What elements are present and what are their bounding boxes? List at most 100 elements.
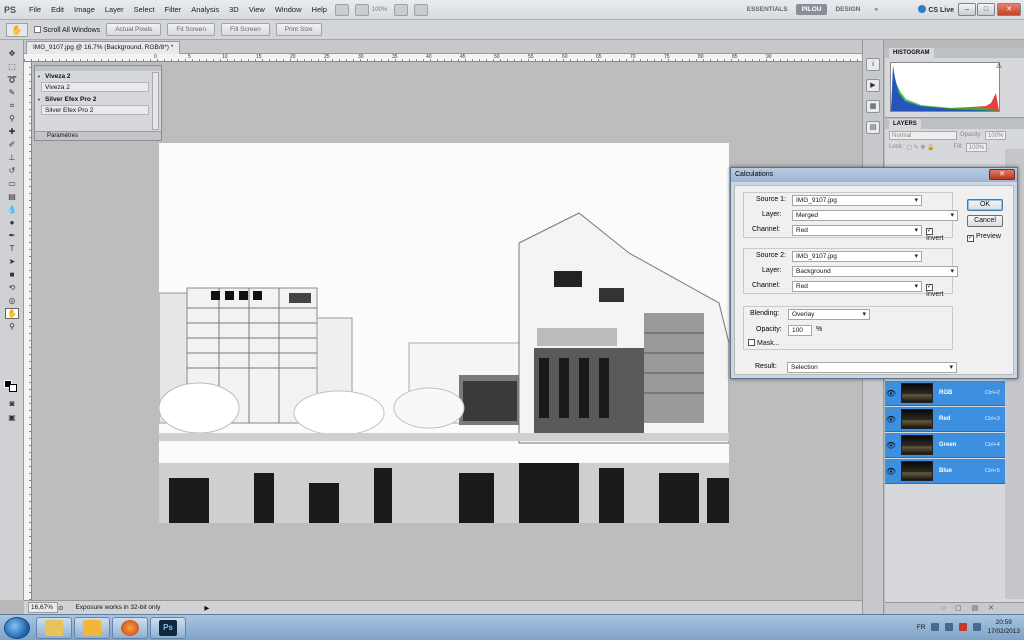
visibility-eye-icon[interactable]: 👁 — [885, 389, 897, 398]
actual-pixels-button[interactable]: Actual Pixels — [106, 23, 162, 36]
path-selection-tool-icon[interactable]: ➤ — [5, 256, 19, 267]
preview-checkbox[interactable]: ✓ Preview — [967, 233, 1001, 242]
workspace-more-icon[interactable]: » — [868, 4, 884, 15]
source2-file-select[interactable]: IMG_9107.jpg — [792, 251, 922, 262]
histogram-tab[interactable]: HISTOGRAM — [889, 48, 934, 58]
quick-selection-tool-icon[interactable]: ✎ — [5, 87, 19, 98]
blending-select[interactable]: Overlay — [788, 309, 870, 320]
visibility-eye-icon[interactable]: 👁 — [885, 467, 897, 476]
eraser-tool-icon[interactable]: ▭ — [5, 178, 19, 189]
screen-mode-icon[interactable] — [414, 3, 429, 16]
pen-tool-icon[interactable]: ✒ — [5, 230, 19, 241]
channel-row-rgb[interactable]: 👁 RGB Ctrl+2 — [885, 381, 1005, 406]
lasso-tool-icon[interactable]: ➰ — [5, 74, 19, 85]
brush-tool-icon[interactable]: ✐ — [5, 139, 19, 150]
scroll-all-windows-checkbox[interactable]: Scroll All Windows — [34, 25, 100, 34]
menu-help[interactable]: Help — [307, 5, 332, 14]
dialog-title-bar[interactable]: Calculations ✕ — [731, 168, 1017, 182]
status-menu-arrow-icon[interactable]: ▶ — [204, 604, 209, 612]
taskbar-firefox[interactable] — [112, 617, 148, 639]
clock[interactable]: 20:59 17/02/2013 — [987, 618, 1020, 636]
left-ruler[interactable] — [24, 62, 32, 600]
shape-tool-icon[interactable]: ■ — [5, 269, 19, 280]
workspace-design[interactable]: DESIGN — [829, 4, 866, 15]
healing-brush-tool-icon[interactable]: ✚ — [5, 126, 19, 137]
plugin-title-silver-efex[interactable]: Silver Efex Pro 2 — [35, 94, 161, 103]
source1-invert-checkbox[interactable]: ✓Invert — [926, 226, 952, 242]
document-tab[interactable]: IMG_9107.jpg @ 16,7% (Background, RGB/8*… — [26, 41, 181, 54]
background-color-swatch[interactable] — [9, 384, 17, 392]
clone-stamp-tool-icon[interactable]: ⊥ — [5, 152, 19, 163]
menu-window[interactable]: Window — [270, 5, 307, 14]
layers-tab[interactable]: LAYERS — [889, 119, 921, 129]
taskbar-explorer[interactable] — [36, 617, 72, 639]
menu-3d[interactable]: 3D — [224, 5, 244, 14]
opacity-input[interactable]: 100 — [788, 325, 812, 336]
fill-field[interactable]: 100% — [965, 142, 988, 152]
plugin-field-silver-efex[interactable]: Silver Efex Pro 2 — [41, 105, 149, 115]
type-tool-icon[interactable]: T — [5, 243, 19, 254]
channel-row-red[interactable]: 👁 Red Ctrl+3 — [885, 407, 1005, 432]
menu-view[interactable]: View — [244, 5, 270, 14]
screen-mode-tool-icon[interactable]: ▣ — [5, 412, 19, 423]
plugin-title-viveza[interactable]: Viveza 2 — [35, 71, 161, 80]
zoom-tool-icon[interactable]: ⚲ — [5, 321, 19, 332]
hand-tool-icon[interactable]: ✋ — [5, 308, 19, 319]
menu-image[interactable]: Image — [69, 5, 100, 14]
minimize-button[interactable]: – — [958, 3, 976, 16]
menu-select[interactable]: Select — [129, 5, 160, 14]
blend-mode-select[interactable]: Normal — [889, 130, 957, 140]
maximize-button[interactable]: □ — [977, 3, 995, 16]
histogram-warning-icon[interactable]: ⚠ — [996, 62, 1002, 70]
menu-analysis[interactable]: Analysis — [186, 5, 224, 14]
source1-file-select[interactable]: IMG_9107.jpg — [792, 195, 922, 206]
channels-panel-icon[interactable]: ▤ — [866, 121, 880, 134]
channel-row-blue[interactable]: 👁 Blue Ctrl+5 — [885, 459, 1005, 484]
zoom-field[interactable]: 16,67% — [28, 602, 58, 613]
zoom-level-dropdown[interactable]: 100% — [372, 7, 387, 13]
cs-live-button[interactable]: CS Live — [918, 5, 954, 14]
cancel-button[interactable]: Cancel — [967, 215, 1003, 227]
network-icon[interactable] — [945, 623, 954, 631]
source2-layer-select[interactable]: Background — [792, 266, 958, 277]
info-panel-icon[interactable]: i — [866, 58, 880, 71]
workspace-essentials[interactable]: ESSENTIALS — [741, 4, 794, 15]
fill-screen-button[interactable]: Fill Screen — [221, 23, 270, 36]
eyedropper-tool-icon[interactable]: ⚲ — [5, 113, 19, 124]
flag-icon[interactable] — [973, 623, 982, 631]
mask-checkbox[interactable]: Mask... — [748, 339, 780, 347]
actions-panel-icon[interactable]: ▶ — [866, 79, 880, 92]
source2-invert-checkbox[interactable]: ✓Invert — [926, 282, 952, 298]
plugins-parameters[interactable]: Paramètres — [35, 131, 161, 140]
move-tool-icon[interactable]: ✥ — [5, 48, 19, 59]
history-brush-tool-icon[interactable]: ↺ — [5, 165, 19, 176]
launch-bridge-icon[interactable] — [334, 3, 349, 16]
layers-panel-footer-icons[interactable]: ○ ▢ ▤ ✕ — [885, 602, 1024, 614]
blur-tool-icon[interactable]: 💧 — [5, 204, 19, 215]
workspace-pilou[interactable]: PILOU — [795, 4, 828, 15]
dodge-tool-icon[interactable]: ● — [5, 217, 19, 228]
visibility-eye-icon[interactable]: 👁 — [885, 415, 897, 424]
language-indicator[interactable]: FR — [917, 624, 926, 631]
3d-orbit-tool-icon[interactable]: ◎ — [5, 295, 19, 306]
menu-edit[interactable]: Edit — [46, 5, 69, 14]
status-info-icon[interactable]: ⊙ — [58, 604, 63, 612]
crop-tool-icon[interactable]: ⌗ — [5, 100, 19, 111]
result-select[interactable]: Selection — [787, 362, 957, 373]
quick-mask-icon[interactable]: ◙ — [5, 398, 19, 409]
dialog-close-button[interactable]: ✕ — [989, 169, 1015, 180]
taskbar-document[interactable] — [74, 617, 110, 639]
source2-channel-select[interactable]: Red — [792, 281, 922, 292]
arrange-documents-icon[interactable] — [394, 3, 409, 16]
visibility-eye-icon[interactable]: 👁 — [885, 441, 897, 450]
lock-icons[interactable]: ▢ ✎ ✥ 🔒 — [906, 144, 934, 151]
fit-screen-button[interactable]: Fit Screen — [167, 23, 216, 36]
close-button[interactable]: ✕ — [997, 3, 1021, 16]
print-size-button[interactable]: Print Size — [275, 23, 322, 36]
3d-rotate-tool-icon[interactable]: ⟲ — [5, 282, 19, 293]
styles-panel-icon[interactable]: ▦ — [866, 100, 880, 113]
gradient-tool-icon[interactable]: ▤ — [5, 191, 19, 202]
volume-muted-icon[interactable] — [959, 623, 968, 631]
guides-icon[interactable] — [354, 3, 369, 16]
source1-channel-select[interactable]: Red — [792, 225, 922, 236]
